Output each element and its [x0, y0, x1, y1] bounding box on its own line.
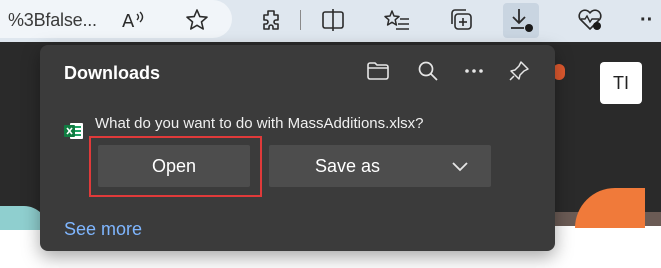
see-more-link[interactable]: See more	[64, 219, 142, 240]
favorites-list-icon[interactable]	[382, 5, 412, 35]
toolbar-separator	[300, 10, 301, 30]
avatar-initials: TI	[613, 72, 629, 93]
open-folder-icon[interactable]	[364, 57, 392, 85]
browser-toolbar: %3Bfalse... A ··	[0, 0, 661, 42]
save-as-label: Save as	[315, 156, 381, 176]
more-icon[interactable]: ··	[640, 5, 661, 35]
more-options-icon[interactable]	[460, 57, 488, 85]
browser-essentials-icon[interactable]	[575, 5, 605, 35]
favorite-star-icon[interactable]	[182, 5, 212, 35]
read-aloud-icon[interactable]: A	[118, 5, 148, 35]
address-text[interactable]: %3Bfalse...	[8, 10, 97, 31]
save-as-button[interactable]: Save as	[269, 145, 491, 187]
split-screen-icon[interactable]	[318, 5, 348, 35]
svg-text:A: A	[122, 11, 135, 32]
panel-title: Downloads	[64, 63, 161, 83]
extensions-icon[interactable]	[256, 5, 286, 35]
download-prompt: What do you want to do with MassAddition…	[95, 115, 424, 132]
collections-icon[interactable]	[447, 5, 477, 35]
pin-icon[interactable]	[505, 57, 533, 85]
downloads-icon[interactable]	[506, 5, 536, 35]
chevron-down-icon[interactable]	[449, 156, 471, 176]
excel-file-icon	[64, 123, 83, 139]
more-label: ··	[640, 8, 654, 31]
open-button-highlight	[89, 136, 262, 197]
downloads-panel: Downloads What do you want to do with Ma…	[40, 45, 555, 251]
avatar[interactable]: TI	[600, 62, 642, 104]
search-icon[interactable]	[414, 57, 442, 85]
